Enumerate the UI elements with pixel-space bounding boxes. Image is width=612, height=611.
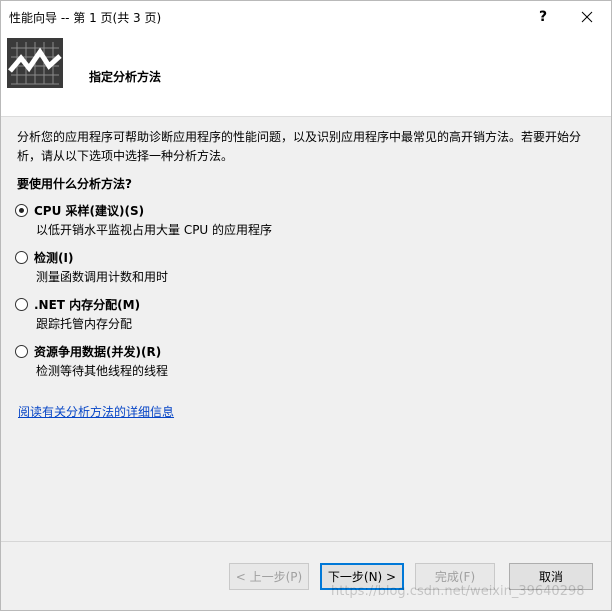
option-cpu-sampling[interactable]: CPU 采样(建议)(S) 以低开销水平监视占用大量 CPU 的应用程序 bbox=[15, 202, 575, 242]
footer-divider bbox=[1, 541, 611, 542]
option-net-memory[interactable]: .NET 内存分配(M) 跟踪托管内存分配 bbox=[15, 296, 575, 336]
option-label: 检测(I) bbox=[34, 251, 74, 265]
radio-cpu-sampling[interactable] bbox=[15, 204, 28, 217]
option-description: 以低开销水平监视占用大量 CPU 的应用程序 bbox=[36, 223, 273, 237]
watermark-text: https://blog.csdn.net/weixin_39640298 bbox=[331, 584, 585, 599]
question-label: 要使用什么分析方法? bbox=[17, 177, 132, 191]
window-title: 性能向导 -- 第 1 页(共 3 页) bbox=[9, 11, 162, 25]
page-title: 指定分析方法 bbox=[89, 70, 162, 84]
option-description: 检测等待其他线程的线程 bbox=[36, 364, 169, 378]
option-description: 跟踪托管内存分配 bbox=[36, 317, 133, 331]
previous-button[interactable]: < 上一步(P) bbox=[229, 563, 309, 590]
close-icon bbox=[581, 11, 593, 23]
option-label: 资源争用数据(并发)(R) bbox=[34, 345, 162, 359]
option-description: 测量函数调用计数和用时 bbox=[36, 270, 169, 284]
option-instrumentation[interactable]: 检测(I) 测量函数调用计数和用时 bbox=[15, 249, 575, 289]
radio-concurrency[interactable] bbox=[15, 345, 28, 358]
close-button[interactable] bbox=[572, 5, 602, 29]
wizard-window: 性能向导 -- 第 1 页(共 3 页) ? 指定分析方法 分析您的应用程序可帮… bbox=[0, 0, 612, 611]
option-label: .NET 内存分配(M) bbox=[34, 298, 141, 312]
option-label: CPU 采样(建议)(S) bbox=[34, 204, 145, 218]
option-concurrency[interactable]: 资源争用数据(并发)(R) 检测等待其他线程的线程 bbox=[15, 343, 575, 383]
radio-instrumentation[interactable] bbox=[15, 251, 28, 264]
radio-net-memory[interactable] bbox=[15, 298, 28, 311]
help-button[interactable]: ? bbox=[528, 5, 558, 29]
wizard-header: 指定分析方法 bbox=[1, 32, 611, 117]
title-bar: 性能向导 -- 第 1 页(共 3 页) ? bbox=[1, 1, 611, 32]
performance-chart-icon bbox=[7, 38, 63, 88]
description-text: 分析您的应用程序可帮助诊断应用程序的性能问题，以及识别应用程序中最常见的高开销方… bbox=[17, 130, 582, 163]
learn-more-link[interactable]: 阅读有关分析方法的详细信息 bbox=[18, 403, 174, 420]
wizard-content: 分析您的应用程序可帮助诊断应用程序的性能问题，以及识别应用程序中最常见的高开销方… bbox=[1, 118, 611, 541]
